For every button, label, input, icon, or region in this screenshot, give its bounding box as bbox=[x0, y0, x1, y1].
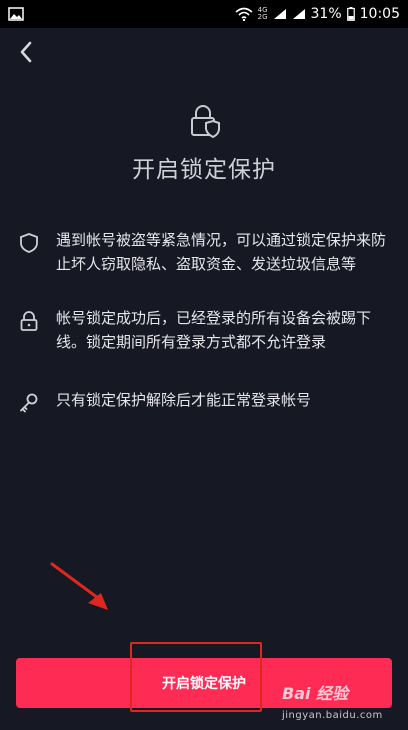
status-right: 4G 2G 31% 10:05 bbox=[235, 6, 400, 22]
battery-percent: 31% bbox=[310, 6, 342, 22]
info-item-text: 遇到帐号被盗等紧急情况，可以通过锁定保护来防止坏人窃取隐私、盗取资金、发送垃圾信… bbox=[56, 231, 387, 273]
lock-icon bbox=[20, 311, 38, 331]
chevron-left-icon bbox=[20, 41, 32, 63]
battery-icon bbox=[346, 7, 355, 21]
signal-icon bbox=[273, 9, 286, 19]
page-title: 开启锁定保护 bbox=[132, 157, 276, 183]
baidu-watermark: Bai 经验 jingyan.baidu.com bbox=[282, 680, 402, 728]
status-bar: 4G 2G 31% 10:05 bbox=[0, 0, 408, 28]
clock: 10:05 bbox=[359, 6, 400, 22]
lock-shield-icon bbox=[191, 105, 220, 138]
network-bottom: 2G bbox=[257, 13, 268, 21]
annotation-arrow bbox=[50, 562, 108, 610]
status-left bbox=[8, 7, 24, 21]
back-button[interactable] bbox=[14, 38, 38, 66]
wifi-icon bbox=[235, 7, 253, 21]
watermark-logo: Bai 经验 bbox=[282, 684, 349, 703]
network-type: 4G 2G bbox=[258, 7, 268, 21]
watermark-url: jingyan.baidu.com bbox=[282, 710, 383, 721]
info-item-text: 帐号锁定成功后，已经登录的所有设备会被踢下线。锁定期间所有登录方式都不允许登录 bbox=[56, 309, 372, 351]
info-item-emergency: 遇到帐号被盗等紧急情况，可以通过锁定保护来防止坏人窃取隐私、盗取资金、发送垃圾信… bbox=[18, 228, 390, 276]
signal-icon-2 bbox=[292, 9, 305, 19]
gallery-notification-icon bbox=[8, 7, 24, 21]
info-item-lock: 帐号锁定成功后，已经登录的所有设备会被踢下线。锁定期间所有登录方式都不允许登录 bbox=[18, 306, 390, 354]
key-icon bbox=[20, 393, 38, 413]
shield-icon bbox=[20, 233, 38, 253]
info-item-text: 只有锁定保护解除后才能正常登录帐号 bbox=[56, 391, 312, 409]
info-item-key: 只有锁定保护解除后才能正常登录帐号 bbox=[18, 388, 390, 414]
